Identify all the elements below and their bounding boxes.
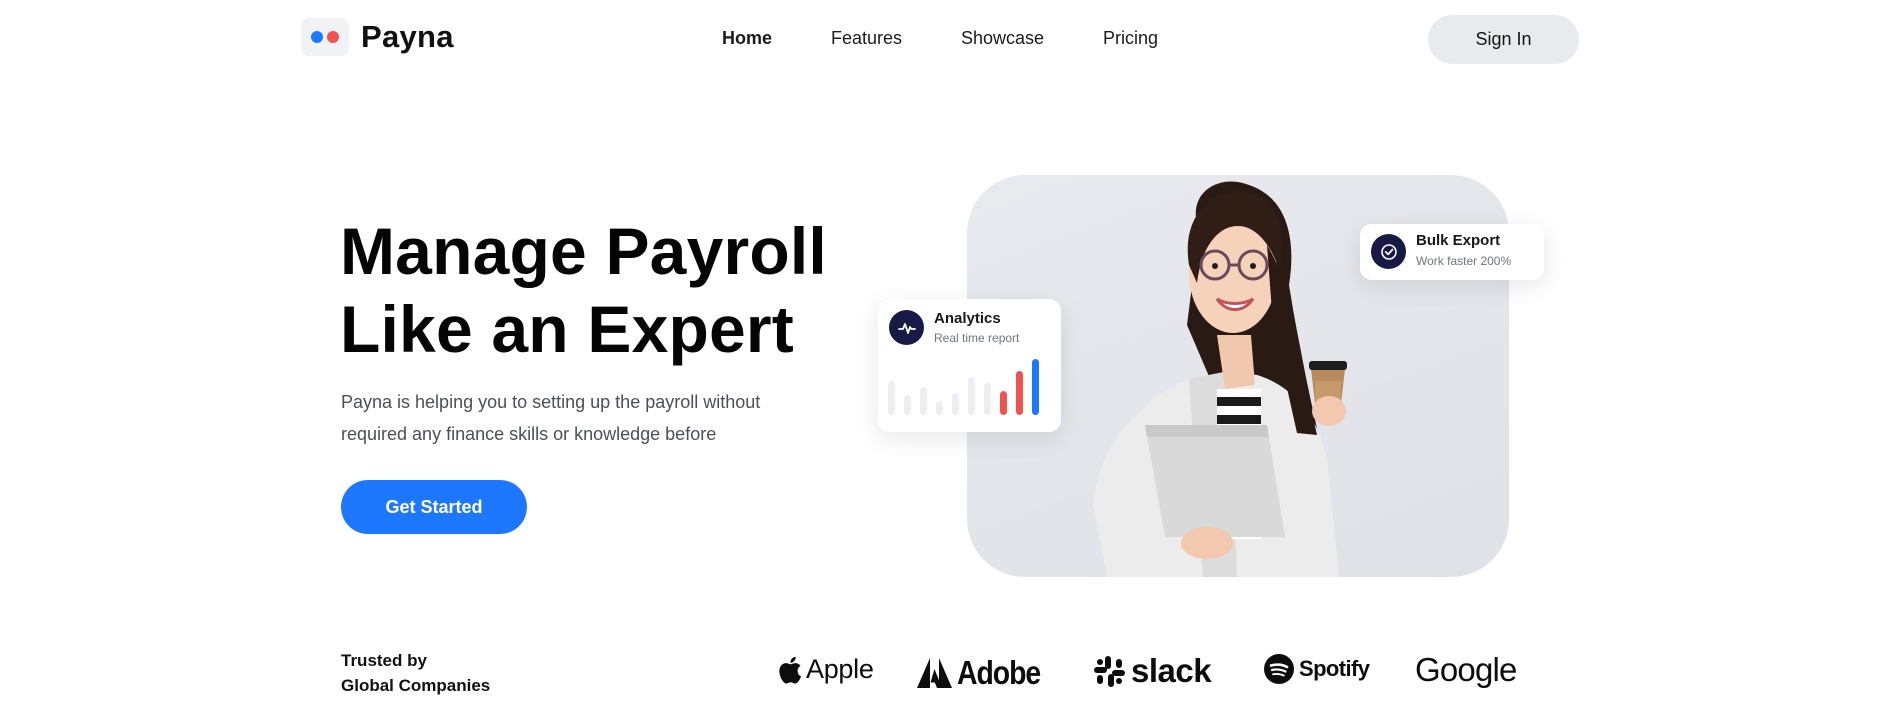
- hero-headline-line-1: Manage Payroll: [340, 214, 827, 288]
- hero-subtext-line-2: required any finance skills or knowledge…: [341, 424, 717, 444]
- hero-subtext: Payna is helping you to setting up the p…: [341, 386, 811, 450]
- mini-bar-chart: [888, 359, 1039, 415]
- bulk-export-title: Bulk Export: [1416, 232, 1501, 249]
- sign-in-button[interactable]: Sign In: [1428, 15, 1579, 64]
- trusted-line-1: Trusted by: [341, 651, 427, 670]
- check-circle-icon: [1371, 234, 1406, 269]
- mini-bar-1: [888, 381, 895, 415]
- mini-bar-4: [936, 401, 943, 415]
- google-wordmark: Google: [1415, 651, 1517, 688]
- landing-page: Payna Home Features Showcase Pricing Sig…: [0, 0, 1879, 725]
- trusted-by-label: Trusted by Global Companies: [341, 648, 490, 698]
- pulse-icon: [889, 310, 924, 345]
- mini-bar-6: [968, 377, 975, 415]
- apple-icon: [779, 656, 801, 684]
- adobe-wordmark: Adobe: [957, 654, 1041, 691]
- nav-item-pricing[interactable]: Pricing: [1103, 28, 1158, 49]
- mini-bar-8: [1000, 391, 1007, 415]
- apple-wordmark: Apple: [806, 654, 874, 684]
- apple-logo: Apple: [776, 654, 874, 685]
- main-nav: Home Features Showcase Pricing: [0, 28, 1879, 52]
- analytics-card-title: Analytics: [934, 310, 1001, 327]
- mini-bar-3: [920, 387, 927, 415]
- slack-icon: [1094, 655, 1125, 687]
- adobe-logo: Adobe: [917, 654, 1054, 692]
- nav-item-features[interactable]: Features: [831, 28, 902, 49]
- mini-bar-7: [984, 383, 991, 415]
- get-started-button[interactable]: Get Started: [341, 480, 527, 534]
- adobe-icon: [917, 658, 952, 688]
- spotify-wordmark: Spotify: [1299, 656, 1370, 681]
- slack-wordmark: slack: [1131, 652, 1212, 689]
- mini-bar-5: [952, 393, 959, 415]
- spotify-logo: Spotify: [1264, 654, 1370, 684]
- analytics-card-subtitle: Real time report: [934, 331, 1020, 345]
- mini-bar-9: [1016, 371, 1023, 415]
- analytics-card: Analytics Real time report: [878, 299, 1061, 432]
- hero-headline-line-2: Like an Expert: [340, 292, 794, 366]
- google-logo: Google: [1415, 651, 1517, 689]
- nav-item-showcase[interactable]: Showcase: [961, 28, 1044, 49]
- trusted-line-2: Global Companies: [341, 676, 491, 695]
- slack-logo: slack: [1094, 652, 1212, 690]
- spotify-icon: [1264, 654, 1294, 684]
- bulk-export-card: Bulk Export Work faster 200%: [1360, 224, 1544, 280]
- mini-bar-10: [1032, 359, 1039, 415]
- mini-bar-2: [904, 395, 911, 415]
- hero-headline: Manage Payroll Like an Expert: [340, 212, 860, 368]
- hero-subtext-line-1: Payna is helping you to setting up the p…: [341, 392, 761, 412]
- bulk-export-subtitle: Work faster 200%: [1416, 254, 1512, 268]
- nav-item-home[interactable]: Home: [722, 28, 772, 49]
